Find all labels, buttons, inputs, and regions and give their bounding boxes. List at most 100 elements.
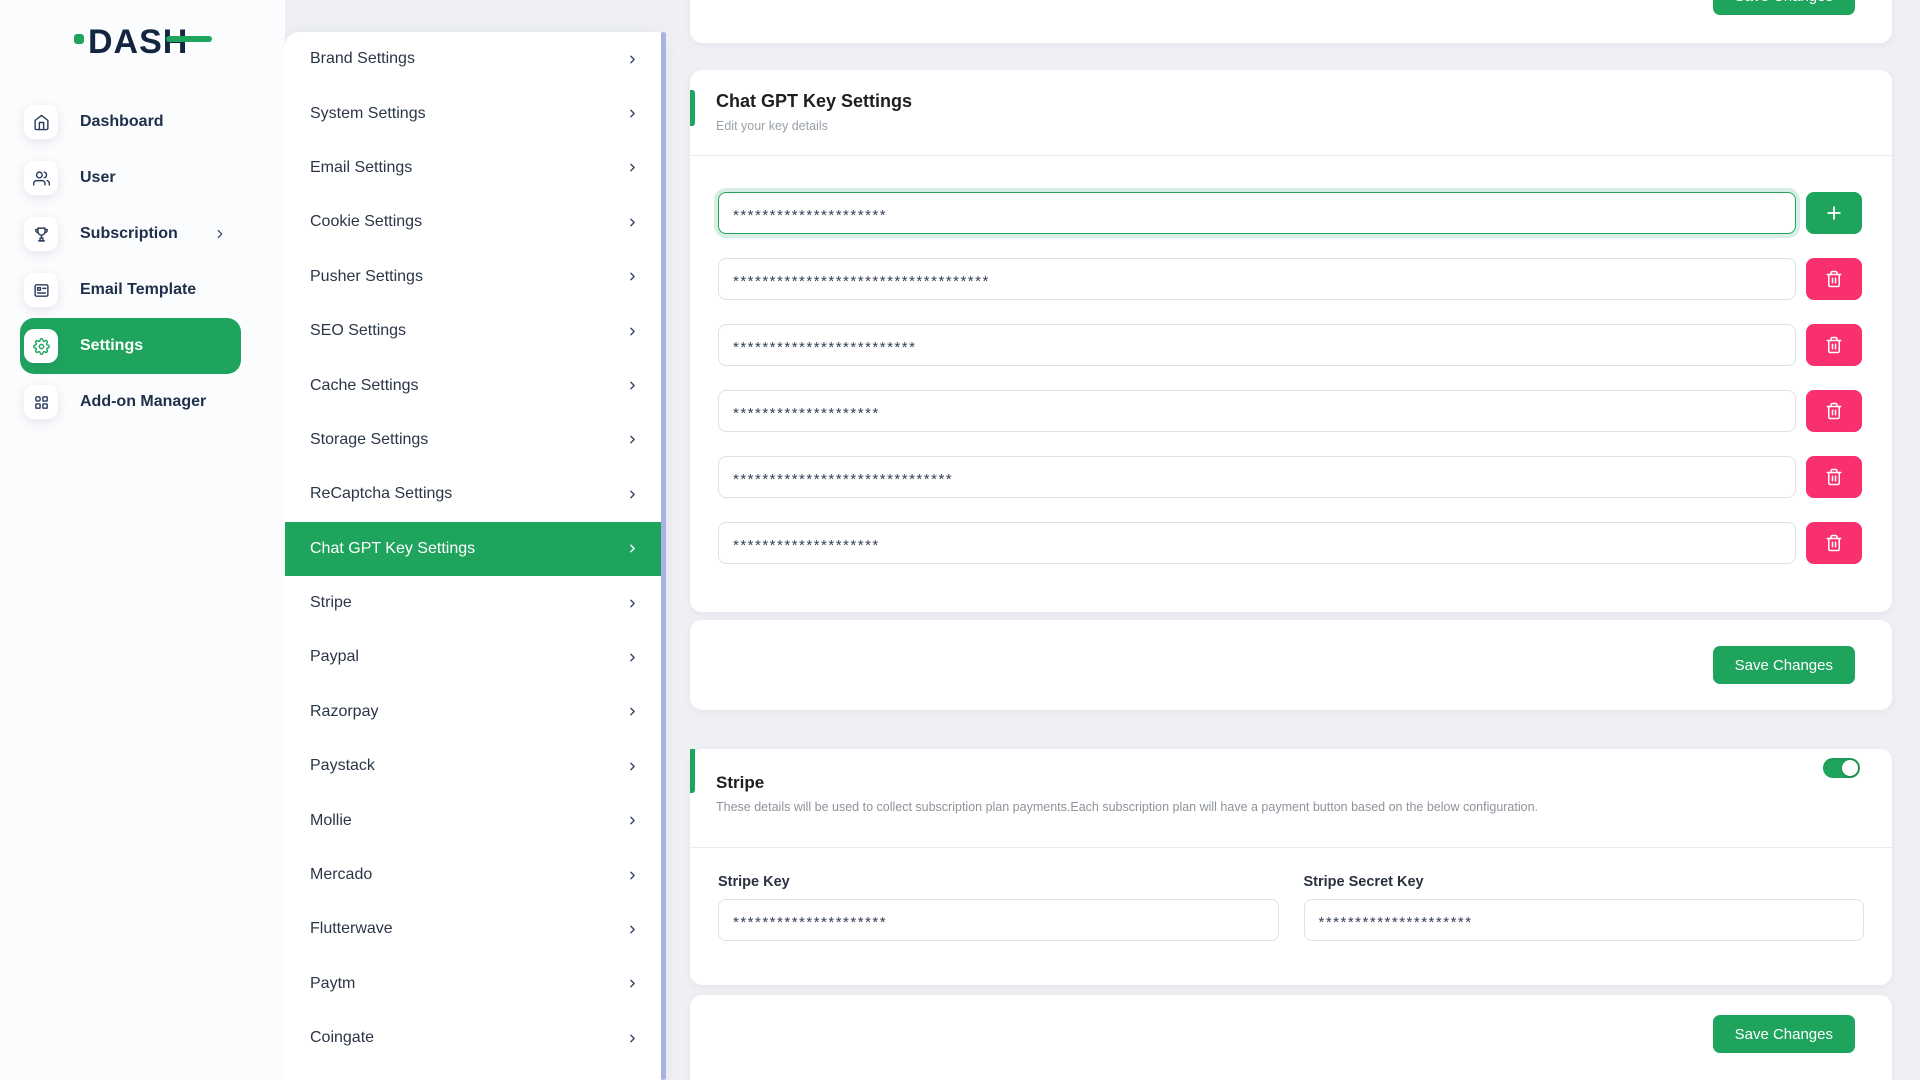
api-key-input[interactable]: [718, 522, 1796, 564]
delete-key-button[interactable]: [1806, 456, 1862, 498]
sidebar-item-user[interactable]: User: [20, 150, 241, 206]
chevron-right-icon: [626, 869, 639, 882]
add-key-button[interactable]: [1806, 192, 1862, 234]
key-row: [718, 192, 1862, 234]
settings-nav-seo[interactable]: SEO Settings: [285, 304, 661, 358]
settings-nav-label: Cookie Settings: [310, 213, 422, 231]
main-content: Save Changes Chat GPT Key Settings Edit …: [690, 0, 1892, 1080]
settings-nav-label: Storage Settings: [310, 431, 428, 449]
page-title: Chat GPT Key Settings: [716, 91, 1866, 112]
settings-nav-coingate[interactable]: Coingate: [285, 1011, 661, 1065]
settings-nav-label: Chat GPT Key Settings: [310, 540, 475, 558]
settings-nav-paytm[interactable]: Paytm: [285, 957, 661, 1011]
chevron-right-icon: [626, 923, 639, 936]
settings-nav-paystack[interactable]: Paystack: [285, 739, 661, 793]
delete-key-button[interactable]: [1806, 390, 1862, 432]
settings-nav-label: Paystack: [310, 757, 375, 775]
stripe-secret-key-field-group: Stripe Secret Key: [1304, 874, 1865, 941]
settings-nav-recaptcha[interactable]: ReCaptcha Settings: [285, 467, 661, 521]
api-key-input[interactable]: [718, 324, 1796, 366]
settings-nav-label: System Settings: [310, 105, 426, 123]
chevron-right-icon: [626, 433, 639, 446]
settings-nav-storage[interactable]: Storage Settings: [285, 413, 661, 467]
previous-section-footer-card: Save Changes: [690, 0, 1892, 43]
settings-nav-label: Paypal: [310, 648, 359, 666]
settings-nav-mollie[interactable]: Mollie: [285, 793, 661, 847]
sidebar-item-addon-manager[interactable]: Add-on Manager: [20, 374, 241, 430]
home-icon: [24, 105, 58, 139]
settings-nav-label: Mercado: [310, 866, 372, 884]
sidebar-item-subscription[interactable]: Subscription: [20, 206, 241, 262]
settings-nav-panel: Brand Settings System Settings Email Set…: [285, 32, 661, 1080]
trophy-icon: [24, 217, 58, 251]
settings-nav-system[interactable]: System Settings: [285, 86, 661, 140]
save-button[interactable]: Save Changes: [1713, 646, 1855, 684]
settings-nav-stripe[interactable]: Stripe: [285, 576, 661, 630]
trash-icon: [1825, 468, 1843, 486]
template-icon: [24, 273, 58, 307]
api-key-input[interactable]: [718, 192, 1796, 234]
stripe-enabled-toggle[interactable]: [1823, 758, 1860, 778]
chevron-right-icon: [626, 597, 639, 610]
chevron-right-icon: [626, 977, 639, 990]
settings-nav-razorpay[interactable]: Razorpay: [285, 685, 661, 739]
stripe-key-field-group: Stripe Key: [718, 874, 1279, 941]
key-row: [718, 390, 1862, 432]
settings-nav-chatgpt-key[interactable]: Chat GPT Key Settings: [285, 522, 661, 576]
chevron-right-icon: [626, 270, 639, 283]
stripe-key-input[interactable]: [718, 899, 1279, 941]
sidebar-item-email-template[interactable]: Email Template: [20, 262, 241, 318]
delete-key-button[interactable]: [1806, 522, 1862, 564]
sidebar-item-label: Email Template: [80, 281, 196, 299]
chevron-right-icon: [626, 1032, 639, 1045]
sidebar-item-settings[interactable]: Settings: [20, 318, 241, 374]
settings-nav-label: Stripe: [310, 594, 352, 612]
sidebar-item-label: Subscription: [80, 225, 178, 243]
logo: DASH: [74, 22, 212, 62]
settings-nav-skrill[interactable]: Skrill: [285, 1065, 661, 1080]
settings-nav-pusher[interactable]: Pusher Settings: [285, 250, 661, 304]
accent-bar: [690, 749, 695, 793]
gear-icon: [24, 329, 58, 363]
delete-key-button[interactable]: [1806, 324, 1862, 366]
key-row: [718, 456, 1862, 498]
settings-nav-scrollbar[interactable]: [661, 32, 666, 1080]
trash-icon: [1825, 270, 1843, 288]
delete-key-button[interactable]: [1806, 258, 1862, 300]
logo-dot-icon: [74, 34, 84, 44]
api-key-input[interactable]: [718, 390, 1796, 432]
key-row: [718, 324, 1862, 366]
settings-nav-flutterwave[interactable]: Flutterwave: [285, 902, 661, 956]
settings-nav-label: ReCaptcha Settings: [310, 485, 452, 503]
stripe-secret-key-input[interactable]: [1304, 899, 1865, 941]
chevron-right-icon: [626, 216, 639, 229]
trash-icon: [1825, 402, 1843, 420]
stripe-card-header: Stripe These details will be used to col…: [690, 749, 1892, 848]
settings-nav-label: Coingate: [310, 1029, 374, 1047]
chevron-right-icon: [626, 814, 639, 827]
sidebar-item-dashboard[interactable]: Dashboard: [20, 94, 241, 150]
chevron-right-icon: [626, 651, 639, 664]
sidebar-item-label: Add-on Manager: [80, 393, 206, 411]
api-key-input[interactable]: [718, 258, 1796, 300]
settings-nav-paypal[interactable]: Paypal: [285, 630, 661, 684]
save-button[interactable]: Save Changes: [1713, 0, 1855, 15]
toggle-knob: [1842, 760, 1858, 776]
api-key-input[interactable]: [718, 456, 1796, 498]
settings-nav-cache[interactable]: Cache Settings: [285, 358, 661, 412]
stripe-description: These details will be used to collect su…: [716, 800, 1866, 814]
settings-nav-label: SEO Settings: [310, 322, 406, 340]
app-root: DASH Dashboard User Subscription: [0, 0, 1920, 1080]
chatgpt-key-settings-card: Chat GPT Key Settings Edit your key deta…: [690, 70, 1892, 612]
save-button[interactable]: Save Changes: [1713, 1015, 1855, 1053]
sidebar-nav: Dashboard User Subscription: [20, 94, 241, 430]
chevron-right-icon: [626, 107, 639, 120]
settings-nav-cookie[interactable]: Cookie Settings: [285, 195, 661, 249]
chevron-right-icon: [626, 488, 639, 501]
settings-nav-brand[interactable]: Brand Settings: [285, 32, 661, 86]
settings-nav-label: Flutterwave: [310, 920, 393, 938]
settings-nav-mercado[interactable]: Mercado: [285, 848, 661, 902]
chevron-right-icon: [626, 760, 639, 773]
settings-nav-label: Brand Settings: [310, 50, 415, 68]
settings-nav-email[interactable]: Email Settings: [285, 141, 661, 195]
